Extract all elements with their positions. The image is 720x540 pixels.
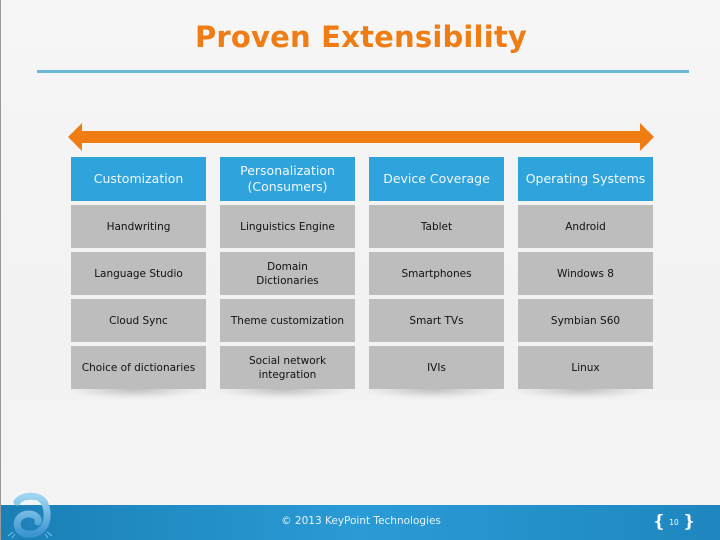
table-cell: Language Studio — [71, 252, 206, 295]
table-cell: IVIs — [369, 346, 504, 389]
column-customization: Customization Handwriting Language Studi… — [71, 157, 206, 389]
table-cell: Handwriting — [71, 205, 206, 248]
column-shadow — [216, 389, 351, 399]
column-header: Operating Systems — [518, 157, 653, 201]
double-headed-arrow-icon — [68, 123, 654, 151]
title-divider — [37, 70, 689, 73]
table-cell: Domain Dictionaries — [220, 252, 355, 295]
table-cell: Linux — [518, 346, 653, 389]
column-header: Device Coverage — [369, 157, 504, 201]
column-personalization: Personalization (Consumers) Linguistics … — [220, 157, 355, 389]
column-shadow — [365, 389, 500, 399]
column-shadow — [67, 389, 202, 399]
page-indicator: ❴ 10 ❵ — [652, 512, 696, 532]
table-cell: Android — [518, 205, 653, 248]
right-brace-icon: ❵ — [681, 512, 697, 532]
column-shadow — [514, 389, 649, 399]
page-number: 10 — [669, 517, 679, 527]
slide-title: Proven Extensibility — [194, 20, 528, 54]
column-operating-systems: Operating Systems Android Windows 8 Symb… — [518, 157, 653, 389]
table-cell: Choice of dictionaries — [71, 346, 206, 389]
table-cell: Symbian S60 — [518, 299, 653, 342]
table-cell: Smartphones — [369, 252, 504, 295]
table-cell: Smart TVs — [369, 299, 504, 342]
table-cell: Tablet — [369, 205, 504, 248]
table-cell: Windows 8 — [518, 252, 653, 295]
table-cell: Linguistics Engine — [220, 205, 355, 248]
table-cell: Cloud Sync — [71, 299, 206, 342]
left-brace-icon: ❴ — [652, 512, 667, 532]
table-cell: Social network integration — [220, 346, 355, 389]
copyright-text: © 2013 KeyPoint Technologies — [281, 515, 441, 527]
column-header: Customization — [71, 157, 206, 201]
column-device-coverage: Device Coverage Tablet Smartphones Smart… — [369, 157, 504, 389]
table-cell: Theme customization — [220, 299, 355, 342]
column-header: Personalization (Consumers) — [220, 157, 355, 201]
slide: Proven Extensibility Customization Handw… — [0, 0, 720, 540]
